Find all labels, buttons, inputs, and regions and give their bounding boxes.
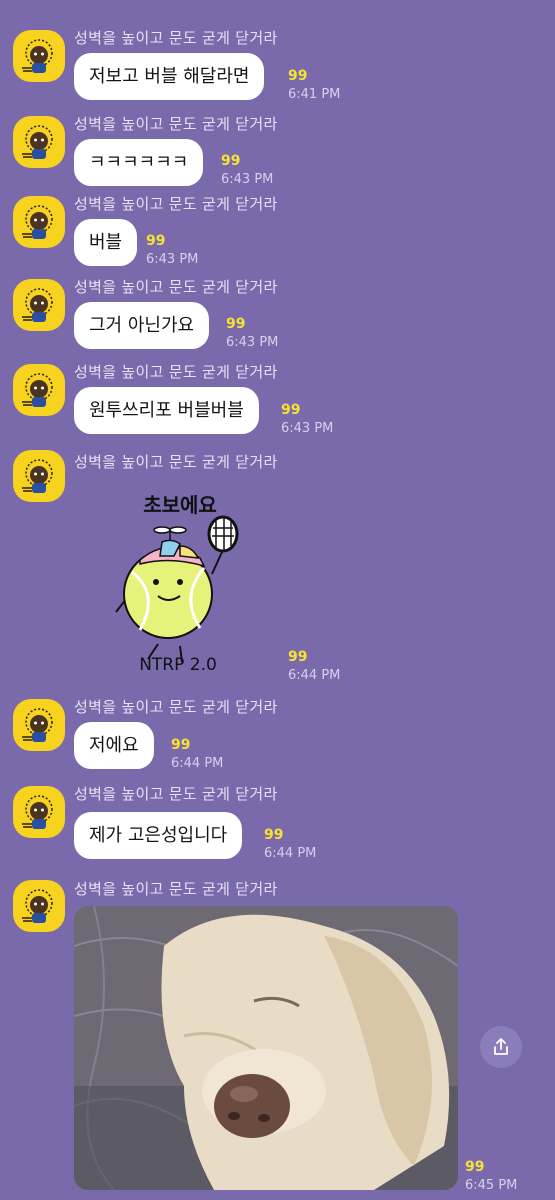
message-bubble[interactable]: 제가 고은성입니다 xyxy=(74,812,243,859)
message-time: 6:44 PM xyxy=(171,756,224,771)
sender-avatar[interactable] xyxy=(13,196,65,248)
unread-count: 99 xyxy=(171,737,191,753)
avatar-character-icon xyxy=(22,889,53,923)
sticker-caption-top: 초보에요 xyxy=(143,493,217,517)
avatar-character-icon xyxy=(22,39,53,73)
sleeping-dog-photo-icon xyxy=(74,906,458,1190)
message-time: 6:44 PM xyxy=(288,668,341,683)
sender-avatar[interactable] xyxy=(13,699,65,751)
message-bubble[interactable]: ㅋㅋㅋㅋㅋㅋ xyxy=(74,139,204,186)
unread-count: 99 xyxy=(264,827,284,843)
sender-name: 성벽을 높이고 문도 굳게 닫거라 xyxy=(74,29,278,47)
message-time: 6:43 PM xyxy=(221,172,274,187)
avatar-character-icon xyxy=(22,373,53,407)
message-time: 6:44 PM xyxy=(264,846,317,861)
sender-avatar[interactable] xyxy=(13,30,65,82)
share-button[interactable] xyxy=(480,1026,522,1068)
unread-count: 99 xyxy=(281,402,301,418)
unread-count: 99 xyxy=(226,316,246,332)
message-time: 6:43 PM xyxy=(226,335,279,350)
message-bubble[interactable]: 저보고 버블 해달라면 xyxy=(74,53,265,100)
sender-avatar[interactable] xyxy=(13,279,65,331)
message-time: 6:45 PM xyxy=(465,1178,518,1193)
photo-message[interactable] xyxy=(74,906,458,1190)
unread-count: 99 xyxy=(288,68,308,84)
avatar-character-icon xyxy=(22,288,53,322)
message-bubble[interactable]: 저에요 xyxy=(74,722,154,769)
avatar-character-icon xyxy=(22,125,53,159)
sender-name: 성벽을 높이고 문도 굳게 닫거라 xyxy=(74,785,278,803)
message-bubble[interactable]: 원투쓰리포 버블버블 xyxy=(74,387,259,434)
sender-avatar[interactable] xyxy=(13,450,65,502)
message-time: 6:43 PM xyxy=(146,252,199,267)
sender-name: 성벽을 높이고 문도 굳게 닫거라 xyxy=(74,278,278,296)
message-time: 6:43 PM xyxy=(281,421,334,436)
sender-name: 성벽을 높이고 문도 굳게 닫거라 xyxy=(74,115,278,133)
sender-name: 성벽을 높이고 문도 굳게 닫거라 xyxy=(74,363,278,381)
message-bubble[interactable]: 버블 xyxy=(74,219,138,266)
sender-name: 성벽을 높이고 문도 굳게 닫거라 xyxy=(74,453,278,471)
unread-count: 99 xyxy=(465,1159,485,1175)
unread-count: 99 xyxy=(146,233,166,249)
sender-avatar[interactable] xyxy=(13,786,65,838)
unread-count: 99 xyxy=(221,153,241,169)
avatar-character-icon xyxy=(22,795,53,829)
avatar-character-icon xyxy=(22,459,53,493)
sender-avatar[interactable] xyxy=(13,364,65,416)
unread-count: 99 xyxy=(288,649,308,665)
tennis-ball-character-icon: 초보에요 NTRP 2.0 xyxy=(115,493,239,675)
tennis-ball-sticker[interactable]: 초보에요 NTRP 2.0 xyxy=(100,484,260,684)
sticker-caption-bottom: NTRP 2.0 xyxy=(139,655,217,675)
avatar-character-icon xyxy=(22,708,53,742)
share-icon xyxy=(494,1038,508,1055)
message-time: 6:41 PM xyxy=(288,87,341,102)
sender-name: 성벽을 높이고 문도 굳게 닫거라 xyxy=(74,195,278,213)
avatar-character-icon xyxy=(22,205,53,239)
sender-name: 성벽을 높이고 문도 굳게 닫거라 xyxy=(74,698,278,716)
sender-avatar[interactable] xyxy=(13,880,65,932)
message-bubble[interactable]: 그거 아닌가요 xyxy=(74,302,210,349)
sender-avatar[interactable] xyxy=(13,116,65,168)
sender-name: 성벽을 높이고 문도 굳게 닫거라 xyxy=(74,880,278,898)
